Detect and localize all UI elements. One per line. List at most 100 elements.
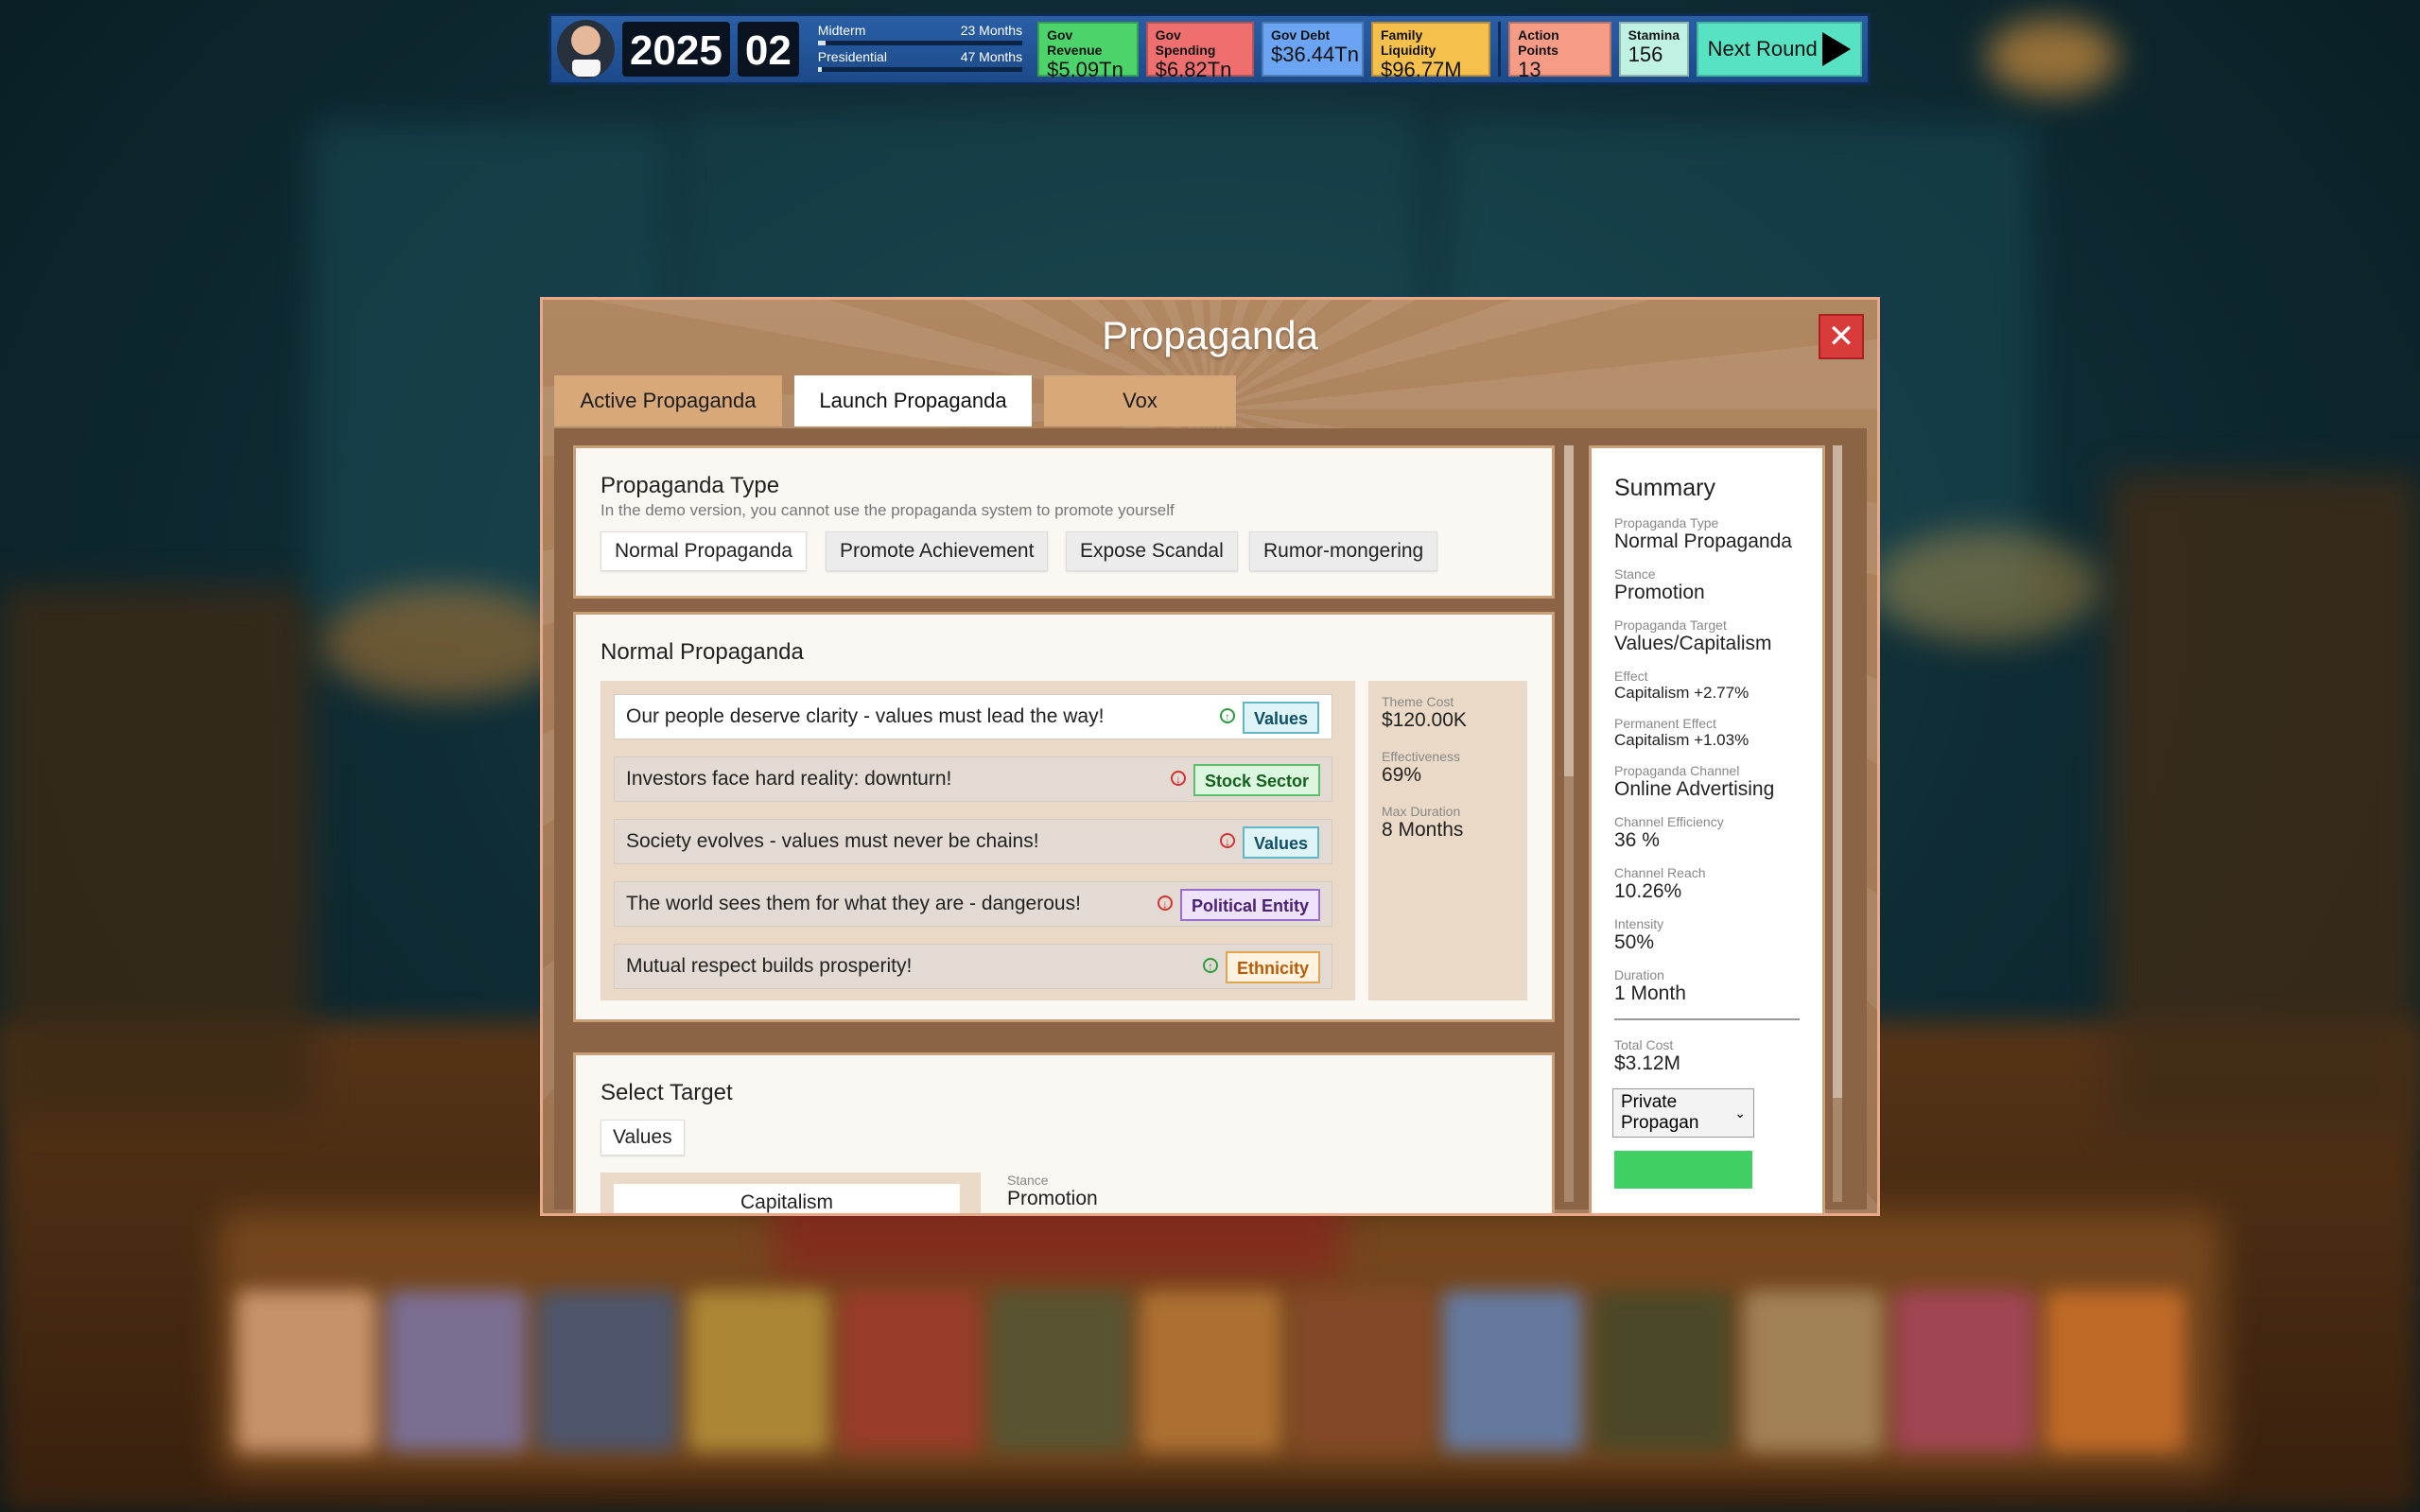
summary-stance-value: Promotion: [1614, 582, 1705, 603]
summary-permanent-effect-value: Capitalism +1.03%: [1614, 731, 1750, 749]
arrow-up-circle-icon: ↑: [1203, 958, 1218, 973]
summary-panel: Summary Propaganda Type Normal Propagand…: [1589, 445, 1825, 1213]
next-round-button[interactable]: Next Round: [1696, 22, 1862, 77]
gov-debt-label: Gov Debt: [1270, 27, 1331, 43]
normal-propaganda-heading: Normal Propaganda: [601, 639, 804, 665]
gov-revenue-value: $5.09Tn: [1047, 58, 1123, 81]
theme-row[interactable]: Society evolves - values must never be c…: [614, 819, 1332, 864]
dock-card: [1894, 1291, 2034, 1451]
month-display: 02: [737, 22, 799, 77]
midterm-countdown: 23 Months: [960, 23, 1023, 38]
target-list[interactable]: Capitalism: [601, 1173, 981, 1213]
gov-spending-label: Gov Spending: [1155, 27, 1216, 58]
propaganda-type-heading: Propaganda Type: [601, 473, 780, 498]
gov-debt-value: $36.44Tn: [1270, 43, 1359, 66]
summary-channel-efficiency-value: 36 %: [1614, 829, 1660, 851]
channel-select-value: Private Propagan: [1621, 1092, 1699, 1133]
background-lamp: [322, 586, 567, 700]
dock-card: [1442, 1291, 1582, 1451]
summary-type-label: Propaganda Type: [1614, 515, 1719, 530]
dock-card: [839, 1291, 979, 1451]
avatar[interactable]: [557, 20, 615, 78]
dock-card: [1743, 1291, 1884, 1451]
target-stance: Stance Promotion: [1007, 1173, 1098, 1213]
summary-intensity-label: Intensity: [1614, 916, 1664, 931]
theme-row[interactable]: Mutual respect builds prosperity! ↑ Ethn…: [614, 944, 1332, 989]
effectiveness-value: 69%: [1382, 764, 1422, 786]
action-points-value: 13: [1518, 58, 1541, 81]
type-rumor-mongering-button[interactable]: Rumor-mongering: [1249, 531, 1438, 571]
dock-card: [537, 1291, 678, 1451]
propaganda-type-panel: Propaganda Type In the demo version, you…: [573, 445, 1555, 599]
stamina-label: Stamina: [1628, 27, 1680, 43]
summary-duration-label: Duration: [1614, 967, 1664, 982]
family-liquidity-label: Family Liquidity: [1380, 27, 1436, 58]
dialog-content: Propaganda Type In the demo version, you…: [554, 428, 1867, 1213]
presidential-label: Presidential: [817, 49, 887, 64]
action-points-stat[interactable]: Action Points 13: [1508, 22, 1611, 81]
midterm-label: Midterm: [817, 23, 866, 38]
tab-active-propaganda[interactable]: Active Propaganda: [554, 375, 782, 426]
summary-intensity-value: 50%: [1614, 931, 1655, 953]
action-points-label: Action Points: [1518, 27, 1559, 58]
gov-revenue-label: Gov Revenue: [1047, 27, 1103, 58]
summary-scrollbar[interactable]: [1833, 445, 1842, 1202]
tab-vox[interactable]: Vox: [1044, 375, 1236, 426]
dock-card: [1140, 1291, 1280, 1451]
content-scroll-thumb[interactable]: [1564, 445, 1574, 776]
target-category-values-button[interactable]: Values: [601, 1120, 685, 1156]
summary-duration-value: 1 Month: [1614, 982, 1686, 1004]
theme-tag: Ethnicity: [1226, 951, 1321, 983]
arrow-down-circle-icon: ↓: [1171, 771, 1186, 786]
gov-spending-stat[interactable]: Gov Spending $6.82Tn: [1145, 22, 1254, 81]
dock-card: [1593, 1291, 1732, 1451]
content-scrollbar[interactable]: [1564, 445, 1574, 1202]
theme-row[interactable]: The world sees them for what they are - …: [614, 881, 1332, 927]
type-normal-propaganda-button[interactable]: Normal Propaganda: [601, 531, 807, 571]
summary-channel-label: Propaganda Channel: [1614, 763, 1740, 778]
select-target-panel: Select Target Values Capitalism Stance P…: [573, 1052, 1555, 1213]
normal-propaganda-panel: Normal Propaganda Our people deserve cla…: [573, 612, 1555, 1022]
dock-card: [1291, 1291, 1432, 1451]
dock-card: [688, 1291, 828, 1451]
presidential-progress-bar: [817, 67, 1023, 72]
demo-notice: In the demo version, you cannot use the …: [601, 501, 1175, 519]
summary-effect-value: Capitalism +2.77%: [1614, 684, 1750, 702]
summary-target-value: Values/Capitalism: [1614, 633, 1772, 654]
arrow-down-circle-icon: ↓: [1220, 833, 1235, 848]
election-timers: Midterm 23 Months Presidential 47 Months: [817, 23, 1023, 76]
propaganda-dialog: Propaganda ✕ Active Propaganda Launch Pr…: [540, 297, 1880, 1216]
theme-row[interactable]: Investors face hard reality: downturn! ↓…: [614, 756, 1332, 802]
summary-permanent-effect-label: Permanent Effect: [1614, 716, 1716, 731]
dialog-title: Propaganda: [1102, 313, 1318, 357]
stamina-stat[interactable]: Stamina 156: [1618, 22, 1689, 77]
gov-spending-value: $6.82Tn: [1155, 58, 1232, 81]
channel-select-dropdown[interactable]: Private Propagan ⌄: [1612, 1088, 1754, 1138]
summary-stance-label: Stance: [1614, 566, 1656, 582]
theme-stats: Theme Cost $120.00K Effectiveness 69% Ma…: [1368, 681, 1527, 1000]
tab-launch-propaganda[interactable]: Launch Propaganda: [794, 375, 1032, 426]
summary-effect-label: Effect: [1614, 669, 1648, 684]
dock-card: [2045, 1291, 2185, 1451]
type-promote-achievement-button[interactable]: Promote Achievement: [826, 531, 1049, 571]
gov-revenue-stat[interactable]: Gov Revenue $5.09Tn: [1037, 22, 1139, 81]
theme-tag: Values: [1243, 702, 1320, 734]
theme-tag: Stock Sector: [1193, 764, 1321, 796]
theme-row[interactable]: Our people deserve clarity - values must…: [614, 694, 1332, 739]
launch-button[interactable]: [1614, 1151, 1752, 1189]
dock-card: [236, 1291, 376, 1451]
family-liquidity-stat[interactable]: Family Liquidity $96.77M: [1370, 22, 1491, 81]
type-expose-scandal-button[interactable]: Expose Scandal: [1066, 531, 1238, 571]
target-item[interactable]: Capitalism: [614, 1184, 960, 1213]
max-duration-value: 8 Months: [1382, 819, 1464, 841]
effectiveness-label: Effectiveness: [1382, 749, 1461, 764]
gov-debt-stat[interactable]: Gov Debt $36.44Tn: [1261, 22, 1364, 77]
close-button[interactable]: ✕: [1819, 314, 1864, 359]
select-target-heading: Select Target: [601, 1080, 733, 1105]
year-display: 2025: [621, 22, 730, 77]
background-shelf: [2109, 473, 2420, 1135]
summary-heading: Summary: [1614, 475, 1715, 501]
presidential-countdown: 47 Months: [960, 49, 1023, 64]
theme-list[interactable]: Our people deserve clarity - values must…: [601, 681, 1376, 1000]
summary-scroll-thumb[interactable]: [1833, 445, 1842, 1098]
